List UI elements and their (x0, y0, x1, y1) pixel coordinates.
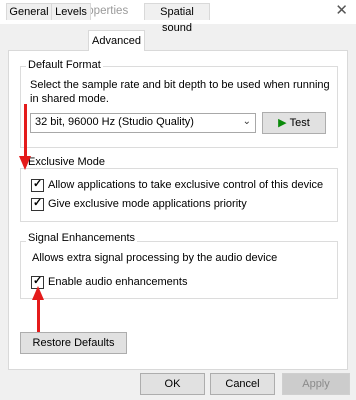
signal-enhancements-description: Allows extra signal processing by the au… (32, 252, 278, 264)
checkbox-box[interactable]: ✓ (31, 197, 44, 211)
annotation-arrow-shaft (37, 300, 40, 332)
exclusive-priority-checkbox[interactable]: ✓ Give exclusive mode applications prior… (31, 197, 331, 212)
cancel-button[interactable]: Cancel (210, 373, 275, 395)
signal-enhancements-group (20, 241, 338, 299)
checkmark-icon: ✓ (33, 197, 43, 209)
play-icon: ▶ (278, 117, 287, 129)
annotation-arrow-down-icon (19, 156, 31, 170)
test-button[interactable]: ▶ Test (262, 112, 326, 134)
restore-defaults-button[interactable]: Restore Defaults (20, 332, 127, 354)
test-button-label: Test (289, 117, 310, 129)
signal-enhancements-legend: Signal Enhancements (26, 232, 138, 244)
annotation-arrow-shaft (24, 104, 27, 156)
tab-advanced[interactable]: Advanced (88, 30, 145, 51)
exclusive-mode-group (20, 168, 338, 222)
tab-levels[interactable]: Levels (51, 3, 91, 20)
checkmark-icon: ✓ (33, 178, 43, 190)
chevron-down-icon: ⌄ (242, 116, 251, 127)
exclusive-mode-legend: Exclusive Mode (26, 156, 108, 168)
default-format-legend: Default Format (26, 59, 103, 71)
enable-enhancements-label: Enable audio enhancements (48, 276, 188, 288)
format-dropdown[interactable]: 32 bit, 96000 Hz (Studio Quality) ⌄ (30, 113, 256, 133)
allow-exclusive-control-checkbox[interactable]: ✓ Allow applications to take exclusive c… (31, 178, 331, 193)
close-icon[interactable]: ✕ (335, 3, 348, 19)
tab-spatial-sound[interactable]: Spatial sound (144, 3, 210, 34)
apply-button[interactable]: Apply (282, 373, 350, 395)
exclusive-priority-label: Give exclusive mode applications priorit… (48, 198, 247, 210)
tab-general[interactable]: General (6, 3, 52, 20)
ok-button[interactable]: OK (140, 373, 205, 395)
allow-exclusive-control-label: Allow applications to take exclusive con… (48, 179, 324, 191)
checkbox-box[interactable]: ✓ (31, 178, 44, 192)
format-dropdown-value: 32 bit, 96000 Hz (Studio Quality) (35, 116, 194, 128)
enable-enhancements-checkbox[interactable]: ✓ Enable audio enhancements (31, 275, 231, 290)
annotation-arrow-up-icon (32, 286, 44, 300)
default-format-description: Select the sample rate and bit depth to … (30, 79, 330, 105)
